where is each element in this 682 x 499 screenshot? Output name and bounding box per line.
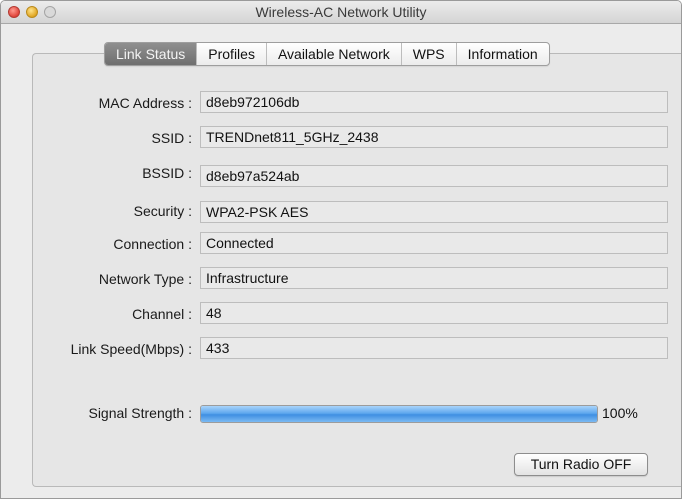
connection-label: Connection : <box>113 236 192 252</box>
connection-field: Connected <box>200 232 668 254</box>
ssid-label: SSID : <box>151 130 192 146</box>
mac-address-field: d8eb972106db <box>200 91 668 113</box>
tab-profiles[interactable]: Profiles <box>196 43 266 65</box>
link-speed-label: Link Speed(Mbps) : <box>70 341 192 357</box>
tab-bar: Link Status Profiles Available Network W… <box>104 42 550 66</box>
link-speed-field: 433 <box>200 337 668 359</box>
bssid-field: d8eb97a524ab <box>200 165 668 187</box>
network-type-label: Network Type : <box>98 271 192 287</box>
tab-wps[interactable]: WPS <box>400 43 456 65</box>
signal-strength-bar <box>200 405 598 423</box>
channel-label: Channel : <box>132 306 192 322</box>
signal-strength-percent: 100% <box>602 405 638 421</box>
bssid-label: BSSID : <box>142 165 192 181</box>
security-label: Security : <box>133 203 192 219</box>
channel-field: 48 <box>200 302 668 324</box>
tab-link-status[interactable]: Link Status <box>105 43 197 65</box>
security-field: WPA2-PSK AES <box>200 201 668 223</box>
tab-information[interactable]: Information <box>455 43 549 65</box>
utility-window: Wireless-AC Network Utility Link Status … <box>0 0 682 499</box>
title-bar[interactable]: Wireless-AC Network Utility <box>1 1 681 24</box>
turn-radio-off-button[interactable]: Turn Radio OFF <box>514 453 648 476</box>
ssid-field: TRENDnet811_5GHz_2438 <box>200 126 668 148</box>
signal-strength-label: Signal Strength : <box>88 405 192 421</box>
tab-available-network[interactable]: Available Network <box>265 43 401 65</box>
network-type-field: Infrastructure <box>200 267 668 289</box>
mac-address-label: MAC Address : <box>98 95 192 111</box>
window-title: Wireless-AC Network Utility <box>255 4 427 20</box>
signal-strength-fill <box>201 406 597 422</box>
